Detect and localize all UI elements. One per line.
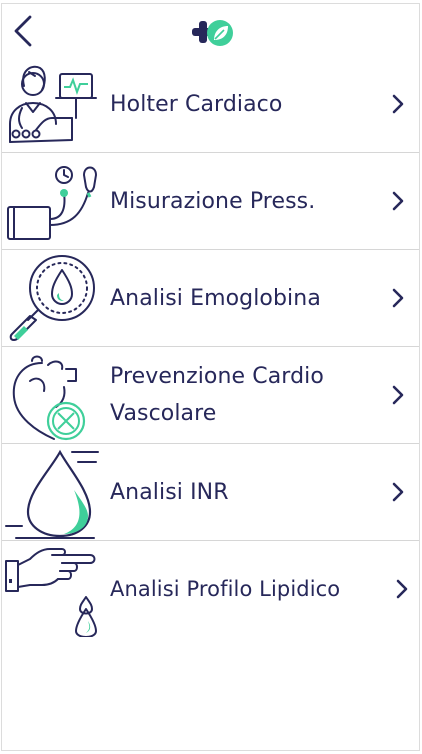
service-row-lipid[interactable]: Analisi Profilo Lipidico <box>2 541 419 637</box>
water-drop-icon <box>5 449 99 539</box>
finger-prick-drop-icon <box>5 548 97 637</box>
service-label: Holter Cardiaco <box>110 91 283 117</box>
magnifier-blood-drop-icon <box>9 255 95 341</box>
app-frame: Holter Cardiaco Misurazione Press. Anali… <box>1 3 420 751</box>
back-chevron-icon[interactable] <box>10 14 36 48</box>
service-row-cardio[interactable]: Prevenzione Cardio Vascolare <box>2 347 419 444</box>
service-label: Analisi Profilo Lipidico <box>110 576 341 601</box>
service-row-pressure[interactable]: Misurazione Press. <box>2 153 419 250</box>
pharmacy-logo-icon <box>192 20 233 46</box>
holter-doctor-icon <box>9 65 97 143</box>
service-label: Prevenzione Cardio Vascolare <box>110 364 324 426</box>
chevron-right-icon <box>396 579 408 599</box>
chevron-right-icon <box>392 482 404 502</box>
service-row-holter[interactable]: Holter Cardiaco <box>2 56 419 153</box>
chevron-right-icon <box>392 288 404 308</box>
blood-pressure-cuff-icon <box>7 166 97 240</box>
service-row-inr[interactable]: Analisi INR <box>2 444 419 541</box>
chevron-right-icon <box>392 191 404 211</box>
service-label: Misurazione Press. <box>110 188 316 214</box>
services-list: Holter Cardiaco Misurazione Press. Anali… <box>2 56 419 637</box>
chevron-right-icon <box>392 385 404 405</box>
chevron-right-icon <box>392 94 404 114</box>
heart-bandaid-icon <box>12 355 86 441</box>
service-row-hemoglobin[interactable]: Analisi Emoglobina <box>2 250 419 347</box>
service-label: Analisi Emoglobina <box>110 285 321 311</box>
service-label: Analisi INR <box>110 479 229 505</box>
header <box>2 4 419 54</box>
